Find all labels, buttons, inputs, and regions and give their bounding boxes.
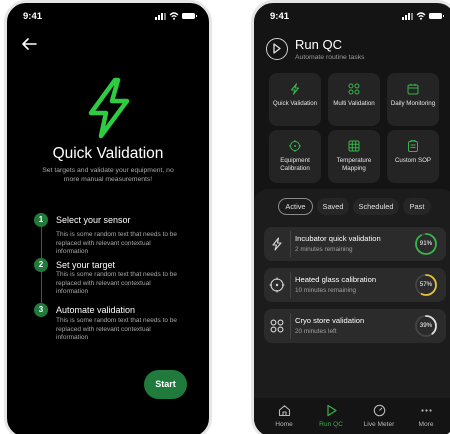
tile-quick-validation[interactable]: Quick Validation: [269, 73, 321, 126]
bottom-nav: Home Run QC Live Meter More: [254, 398, 450, 434]
nav-label: Home: [275, 421, 293, 428]
status-time: 9:41: [23, 10, 43, 22]
filter-saved[interactable]: Saved: [317, 198, 349, 215]
nav-home[interactable]: Home: [262, 404, 306, 428]
nav-label: More: [418, 421, 434, 428]
step-title: Automate validation: [56, 305, 136, 315]
crosshair-icon: [269, 277, 285, 293]
battery-icon: [182, 13, 197, 19]
tile-label: Temperature Mapping: [336, 157, 372, 172]
grid-icon: [348, 140, 360, 152]
home-icon: [278, 405, 290, 417]
tile-temperature-mapping[interactable]: Temperature Mapping: [328, 130, 380, 183]
step-number: 2: [34, 258, 48, 272]
status-icons: [402, 12, 444, 20]
play-icon: [326, 404, 337, 417]
start-button[interactable]: Start: [144, 370, 187, 399]
tile-label: Custom SOP: [394, 157, 432, 164]
tile-label: Multi Validation: [333, 100, 375, 107]
run-qc-screen: 9:41 Run QC Automate routine tasks Quick…: [251, 0, 450, 434]
progress-label: 91%: [419, 240, 433, 247]
play-icon: [266, 38, 288, 60]
tile-custom-sop[interactable]: Custom SOP: [387, 130, 439, 183]
signal-icon: [155, 12, 166, 20]
task-card[interactable]: Heated glass calibration 10 minutes rema…: [264, 268, 446, 302]
status-bar: 9:41: [7, 3, 209, 29]
step-body: This is some random text that needs to b…: [56, 231, 178, 255]
tile-label: Daily Monitoring: [390, 100, 436, 107]
task-remaining: 10 minutes remaining: [295, 287, 357, 294]
task-card[interactable]: Incubator quick validation 2 minutes rem…: [264, 227, 446, 261]
step-title: Select your sensor: [56, 215, 131, 225]
bolt-icon: [290, 83, 300, 95]
step-title: Set your target: [56, 260, 116, 270]
back-arrow-icon[interactable]: [21, 37, 37, 51]
bolt-icon: [88, 77, 130, 139]
nav-run-qc[interactable]: Run QC: [309, 404, 353, 428]
nav-label: Live Meter: [363, 421, 395, 428]
wifi-icon: [416, 12, 426, 20]
card-divider: [290, 231, 291, 257]
tile-daily-monitoring[interactable]: Daily Monitoring: [387, 73, 439, 126]
progress-label: 57%: [419, 281, 433, 288]
status-icons: [155, 12, 197, 20]
gauge-icon: [373, 404, 385, 417]
task-title: Heated glass calibration: [295, 275, 377, 284]
filter-past[interactable]: Past: [403, 198, 431, 215]
nav-more[interactable]: More: [404, 404, 448, 428]
task-remaining: 20 minutes left: [295, 328, 337, 335]
more-icon: [420, 409, 432, 412]
clipboard-icon: [408, 140, 418, 152]
progress-label: 39%: [419, 322, 433, 329]
calendar-icon: [407, 83, 419, 95]
task-card[interactable]: Cryo store validation 20 minutes left 39…: [264, 309, 446, 343]
tile-equipment-calibration[interactable]: Equipment Calibration: [269, 130, 321, 183]
page-title: Quick Validation: [52, 145, 164, 162]
battery-icon: [429, 13, 444, 19]
nav-label: Run QC: [319, 421, 343, 428]
nav-live-meter[interactable]: Live Meter: [357, 404, 401, 428]
task-title: Incubator quick validation: [295, 234, 381, 243]
card-divider: [290, 313, 291, 339]
step-number: 1: [34, 213, 48, 227]
bolt-icon: [272, 237, 282, 251]
tile-multi-validation[interactable]: Multi Validation: [328, 73, 380, 126]
tile-label: Equipment Calibration: [280, 157, 310, 172]
page-subtitle: Automate routine tasks: [295, 54, 365, 61]
status-bar: 9:41: [254, 3, 450, 29]
step-number: 3: [34, 303, 48, 317]
tile-label: Quick Validation: [272, 100, 318, 107]
filter-active[interactable]: Active: [278, 198, 313, 215]
signal-icon: [402, 12, 413, 20]
wifi-icon: [169, 12, 179, 20]
task-title: Cryo store validation: [295, 316, 365, 325]
status-time: 9:41: [270, 10, 290, 22]
card-divider: [290, 272, 291, 298]
grid-circles-icon: [348, 83, 360, 95]
task-remaining: 2 minutes remaining: [295, 246, 353, 253]
step-connector: [40, 271, 42, 303]
step-body: This is some random text that needs to b…: [56, 271, 178, 295]
crosshair-icon: [289, 140, 301, 152]
grid-circles-icon: [270, 319, 284, 333]
step-body: This is some random text that needs to b…: [56, 317, 178, 341]
page-title: Run QC: [295, 37, 342, 52]
page-subtitle: Set targets and validate your equipment,…: [42, 167, 174, 183]
step-connector: [40, 227, 42, 262]
filter-scheduled[interactable]: Scheduled: [353, 198, 399, 215]
quick-validation-screen: 9:41 Quick Validation Set targets and va…: [4, 0, 212, 434]
